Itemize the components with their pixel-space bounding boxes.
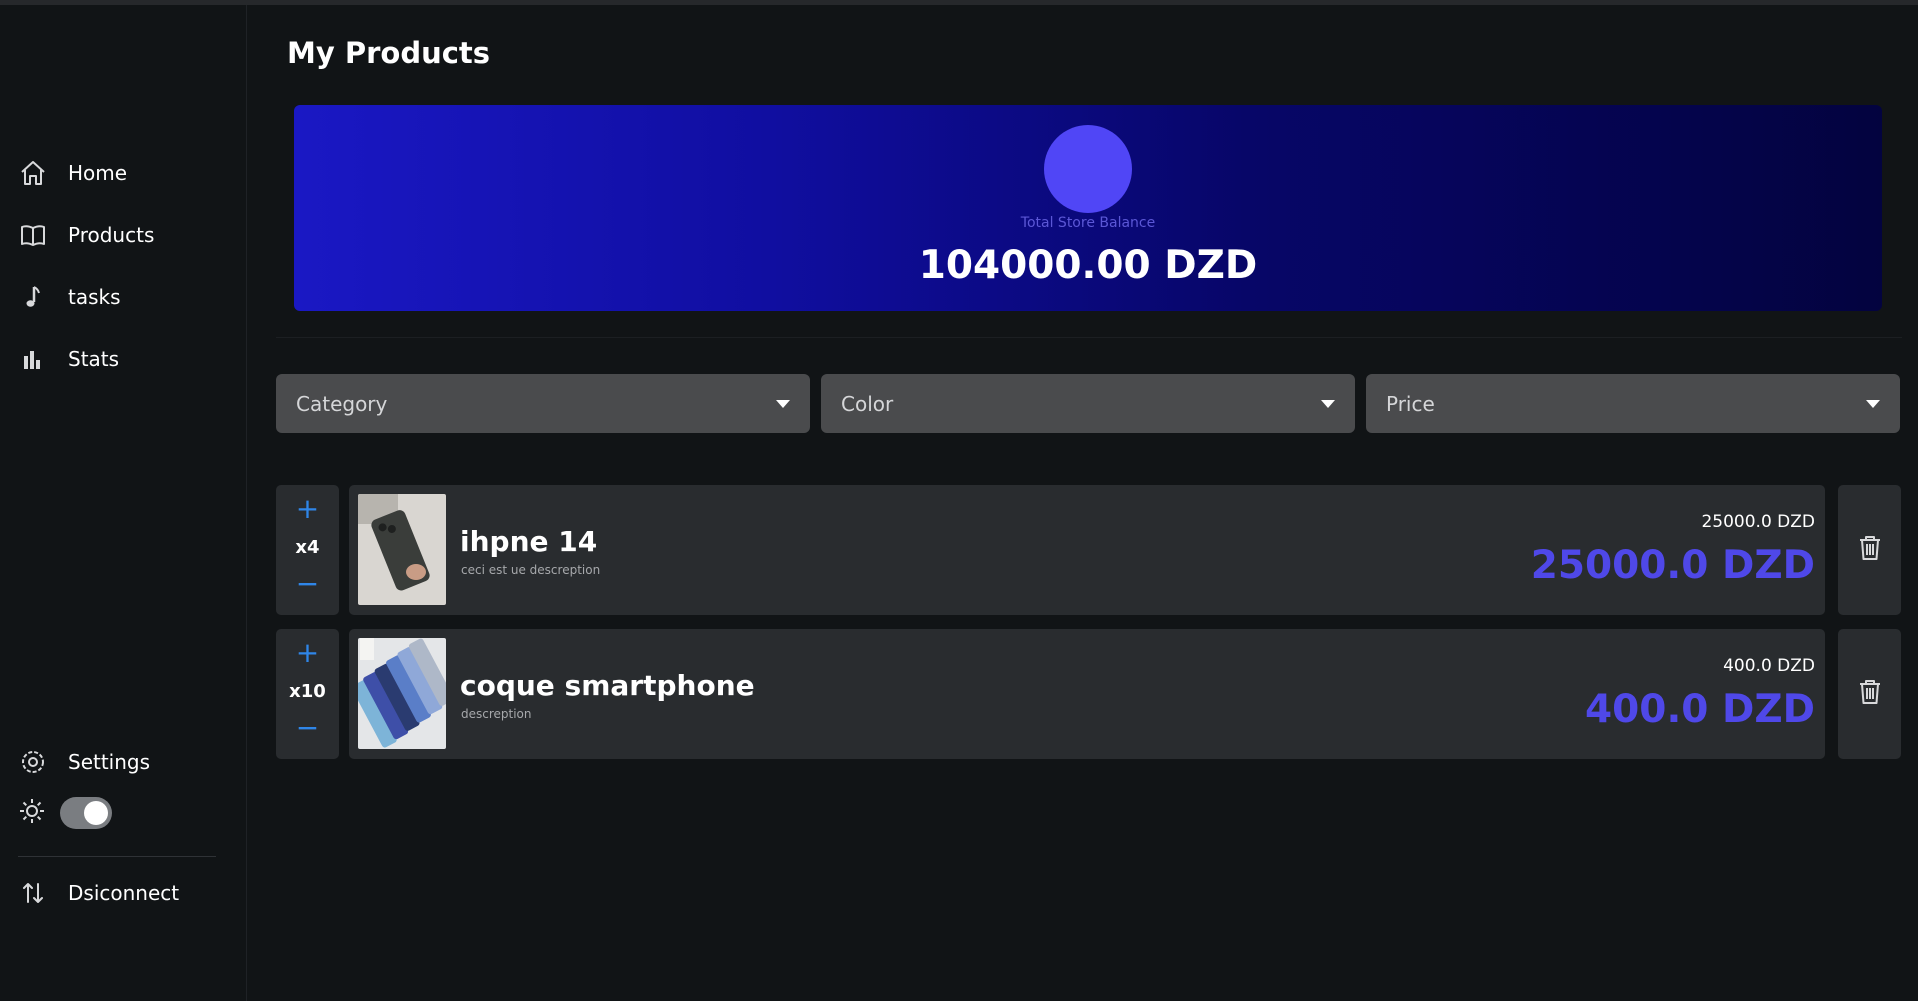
toggle-knob xyxy=(84,801,108,825)
product-price: 400.0 DZD xyxy=(1585,687,1815,732)
sidebar-item-label: Home xyxy=(68,161,128,185)
decrement-button[interactable]: − xyxy=(276,713,339,743)
dropdown-label: Color xyxy=(841,391,894,416)
balance-caption: Total Store Balance xyxy=(1020,215,1156,231)
sidebar-item-label: tasks xyxy=(68,285,121,309)
theme-toggle[interactable] xyxy=(60,797,112,829)
sidebar-item-label: Stats xyxy=(68,347,120,371)
product-price: 25000.0 DZD xyxy=(1530,543,1815,588)
trash-icon xyxy=(1857,678,1883,710)
music-note-icon xyxy=(18,282,48,312)
book-icon xyxy=(18,220,48,250)
product-image xyxy=(358,494,446,605)
product-description: descreption xyxy=(461,707,532,721)
disconnect-label: Dsiconnect xyxy=(68,881,180,905)
trash-icon xyxy=(1857,534,1883,566)
dropdown-label: Category xyxy=(296,391,388,416)
gear-icon xyxy=(18,747,48,777)
sidebar-item-label: Settings xyxy=(68,750,151,774)
price-dropdown[interactable]: Price xyxy=(1366,374,1900,433)
window-top-border xyxy=(0,0,1918,5)
delete-button[interactable] xyxy=(1838,629,1901,759)
sidebar-item-products[interactable]: Products xyxy=(18,215,154,255)
product-description: ceci est ue descreption xyxy=(461,563,601,577)
balance-amount: 104000.00 DZD xyxy=(918,243,1258,288)
caret-down-icon xyxy=(1866,399,1880,408)
swap-arrows-icon xyxy=(18,878,48,908)
increment-button[interactable]: + xyxy=(276,638,339,668)
delete-button[interactable] xyxy=(1838,485,1901,615)
sidebar-item-label: Products xyxy=(68,223,155,247)
dropdown-label: Price xyxy=(1386,391,1435,416)
page-title: My Products xyxy=(287,36,491,70)
product-name: ihpne 14 xyxy=(460,525,598,558)
balance-avatar xyxy=(1044,125,1132,213)
disconnect-button[interactable]: Dsiconnect xyxy=(18,873,179,913)
sun-icon xyxy=(18,797,46,829)
sidebar-item-stats[interactable]: Stats xyxy=(18,339,119,379)
section-divider xyxy=(276,337,1902,338)
product-card[interactable]: ihpne 14 ceci est ue descreption 25000.0… xyxy=(349,485,1825,615)
product-price-label: 400.0 DZD xyxy=(1723,656,1815,676)
category-dropdown[interactable]: Category xyxy=(276,374,810,433)
quantity-value: x4 xyxy=(295,537,320,558)
sidebar: Home Products tasks Stats Settings Dsico… xyxy=(0,5,247,1001)
store-balance-card: Total Store Balance 104000.00 DZD xyxy=(294,105,1882,311)
increment-button[interactable]: + xyxy=(276,494,339,524)
sidebar-item-home[interactable]: Home xyxy=(18,153,127,193)
product-image xyxy=(358,638,446,749)
product-card[interactable]: coque smartphone descreption 400.0 DZD 4… xyxy=(349,629,1825,759)
quantity-stepper: + x4 − xyxy=(276,485,339,615)
home-icon xyxy=(18,158,48,188)
sidebar-item-settings[interactable]: Settings xyxy=(18,742,150,782)
color-dropdown[interactable]: Color xyxy=(821,374,1355,433)
caret-down-icon xyxy=(1321,399,1335,408)
sidebar-item-tasks[interactable]: tasks xyxy=(18,277,121,317)
product-name: coque smartphone xyxy=(460,669,755,702)
caret-down-icon xyxy=(776,399,790,408)
quantity-stepper: + x10 − xyxy=(276,629,339,759)
decrement-button[interactable]: − xyxy=(276,569,339,599)
quantity-value: x10 xyxy=(289,681,326,702)
product-price-label: 25000.0 DZD xyxy=(1701,512,1815,532)
theme-toggle-row xyxy=(18,797,112,829)
bar-chart-icon xyxy=(18,344,48,374)
sidebar-divider xyxy=(18,856,216,857)
